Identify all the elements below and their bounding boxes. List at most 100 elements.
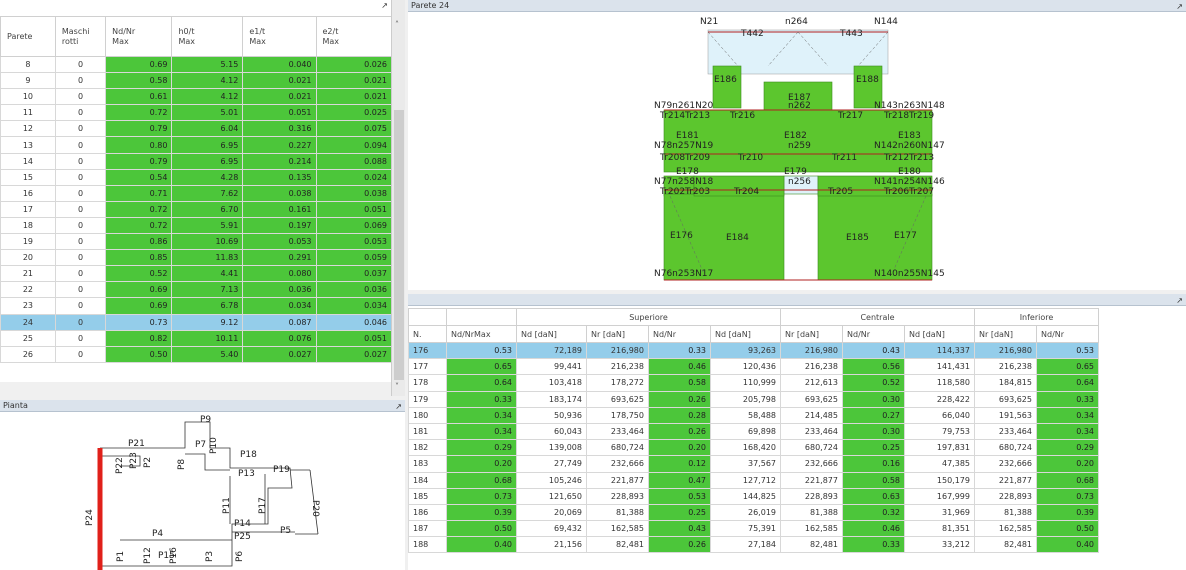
walls-table-row[interactable]: 23 0 0.69 6.78 0.034 0.034 [0,297,392,315]
walls-scrollbar[interactable]: ˄ ˅ [391,0,405,396]
results-table-row[interactable]: 186 0.39 20,069 81,388 0.25 26,019 81,388 0.32 3… [408,503,1099,522]
results-table-row[interactable]: 181 0.34 60,043 233,464 0.26 69,898 233,464 0.3… [408,422,1099,441]
walls-table-row[interactable]: 8 0 0.69 5.15 0.040 0.026 [0,55,392,74]
results-col-header[interactable]: Nd [daN] [710,325,781,343]
walls-table-row[interactable]: 14 0 0.79 6.95 0.214 0.088 [0,152,392,170]
results-col-header[interactable]: N. [408,325,447,343]
walls-cell: 12 [0,120,56,138]
elev-label: E185 [846,233,869,243]
walls-cell: 5.15 [171,55,244,74]
walls-table-row[interactable]: 15 0 0.54 4.28 0.135 0.024 [0,168,392,186]
results-cell: 216,238 [586,358,649,376]
scrollbar-thumb[interactable] [394,110,404,380]
walls-table-row[interactable]: 11 0 0.72 5.01 0.051 0.025 [0,104,392,122]
walls-table-row[interactable]: 19 0 0.86 10.69 0.053 0.053 [0,233,392,251]
results-cell: 99,441 [516,358,587,376]
elev-label: E178 [676,167,699,177]
walls-table-row[interactable]: 26 0 0.50 5.40 0.027 0.027 [0,345,392,363]
elev-label: Tr210 [737,153,763,163]
walls-col-header[interactable]: e1/t Max [242,16,317,57]
walls-col-header[interactable]: e2/t Max [315,16,392,57]
results-col-header[interactable]: Nd/Nr [648,325,711,343]
maximize-icon[interactable]: ↗ [1176,1,1183,13]
walls-table-row[interactable]: 17 0 0.72 6.70 0.161 0.051 [0,200,392,218]
results-table-row[interactable]: 187 0.50 69,432 162,585 0.43 75,391 162,585 0.4… [408,520,1099,538]
results-col-header[interactable]: Nr [daN] [974,325,1037,343]
elev-label: E180 [898,167,921,177]
results-cell: 680,724 [780,439,843,457]
elev-label: N143n263N148 [874,101,945,111]
walls-table-row[interactable]: 16 0 0.71 7.62 0.038 0.038 [0,184,392,202]
results-col-header[interactable]: Nd/Nr [842,325,905,343]
app-window: ↗ Parete Maschi rotti Nd/Nr Max h0/t Max e1/… [0,0,1186,570]
walls-cell: 8 [0,55,56,74]
walls-cell: 0.69 [105,281,173,299]
walls-cell: 14 [0,152,56,170]
results-cell: 232,666 [974,455,1037,473]
results-col-header[interactable]: Nd [daN] [904,325,975,343]
walls-cell: 0.024 [315,168,392,186]
results-col-header[interactable]: Nd [daN] [516,325,587,343]
results-cell: 72,189 [516,341,587,360]
walls-table-row[interactable]: 12 0 0.79 6.04 0.316 0.075 [0,120,392,138]
walls-col-header[interactable]: Nd/Nr Max [105,16,173,57]
results-table-row[interactable]: 177 0.65 99,441 216,238 0.46 120,436 216,238 0.… [408,358,1099,376]
results-table-row[interactable]: 183 0.20 27,749 232,666 0.12 37,567 232,666 0.1… [408,455,1099,473]
walls-cell: 13 [0,136,56,154]
walls-cell: 17 [0,200,56,218]
plan-label: P24 [85,509,95,526]
walls-cell: 0.197 [242,216,317,235]
results-cell: 183 [408,455,447,473]
results-cell: 221,877 [780,471,843,489]
results-cell: 232,666 [780,455,843,473]
results-table-row[interactable]: 180 0.34 50,936 178,750 0.28 58,488 214,485 0.2… [408,406,1099,424]
results-cell: 0.52 [842,374,905,392]
results-cell: 82,481 [586,536,649,554]
results-table-row[interactable]: 185 0.73 121,650 228,893 0.53 144,825 228,893 0… [408,487,1099,505]
plan-title: Pianta [3,401,28,410]
results-table-row[interactable]: 178 0.64 103,418 178,272 0.58 110,999 212,613 0… [408,374,1099,392]
walls-cell: 0 [54,249,107,267]
maximize-icon[interactable]: ↗ [1176,295,1183,307]
walls-cell: 0.021 [315,88,392,106]
results-col-header[interactable]: Nd/NrMax [446,325,517,343]
walls-cell: 0.021 [242,88,317,106]
elevation-drawing[interactable]: N21 n264 N144 T442 T443 E186 E188 E187 n… [408,14,1186,290]
scroll-up-icon[interactable]: ˄ [395,20,399,29]
walls-table-row[interactable]: 25 0 0.82 10.11 0.076 0.051 [0,329,392,347]
walls-col-header[interactable]: h0/t Max [171,16,244,57]
results-table-row[interactable]: 176 0.53 72,189 216,980 0.33 93,263 216,980 0.4… [408,341,1099,360]
walls-table-row[interactable]: 13 0 0.80 6.95 0.227 0.094 [0,136,392,154]
results-table-row[interactable]: 179 0.33 183,174 693,625 0.26 205,798 693,625 0… [408,390,1099,408]
walls-table-row[interactable]: 9 0 0.58 4.12 0.021 0.021 [0,72,392,90]
results-col-header[interactable]: Nd/Nr [1036,325,1099,343]
walls-cell: 6.78 [171,297,244,315]
results-table-row[interactable]: 184 0.68 105,246 221,877 0.47 127,712 221,877 0… [408,471,1099,489]
walls-table-row[interactable]: 24 0 0.73 9.12 0.087 0.046 [0,313,392,331]
plan-label: P3 [205,551,215,562]
walls-col-header[interactable]: Parete [0,16,56,57]
walls-cell: 0.094 [315,136,392,154]
walls-table-body: 8 0 0.69 5.15 0.040 0.026 9 0 0.58 4.12 0.021 0.021… [0,55,392,363]
results-col-header[interactable]: Nr [daN] [780,325,843,343]
walls-col-header[interactable]: Maschi rotti [54,16,107,57]
walls-table-row[interactable]: 20 0 0.85 11.83 0.291 0.059 [0,249,392,267]
results-col-header[interactable]: Nr [daN] [586,325,649,343]
walls-table-row[interactable]: 18 0 0.72 5.91 0.197 0.069 [0,216,392,235]
maximize-icon[interactable]: ↗ [381,1,388,10]
walls-table-row[interactable]: 21 0 0.52 4.41 0.080 0.037 [0,265,392,283]
results-table-row[interactable]: 182 0.29 139,008 680,724 0.20 168,420 680,724 0… [408,439,1099,457]
walls-table-row[interactable]: 10 0 0.61 4.12 0.021 0.021 [0,88,392,106]
elev-label: E179 [784,167,807,177]
elev-label: T443 [839,29,863,39]
results-cell: 33,212 [904,536,975,554]
maximize-icon[interactable]: ↗ [395,401,402,413]
plan-drawing[interactable]: P9 P21 P22 P2 P7 P10 P8 P18 P13 P19 P20 … [0,414,405,570]
results-table-row[interactable]: 188 0.40 21,156 82,481 0.26 27,184 82,481 0.33 3… [408,536,1099,554]
walls-cell: 0.038 [315,184,392,202]
walls-table-row[interactable]: 22 0 0.69 7.13 0.036 0.036 [0,281,392,299]
results-titlebar: ↗ [408,294,1186,306]
plan-label: P2 [143,457,153,468]
walls-cell: 0.214 [242,152,317,170]
scroll-down-icon[interactable]: ˅ [395,382,399,391]
